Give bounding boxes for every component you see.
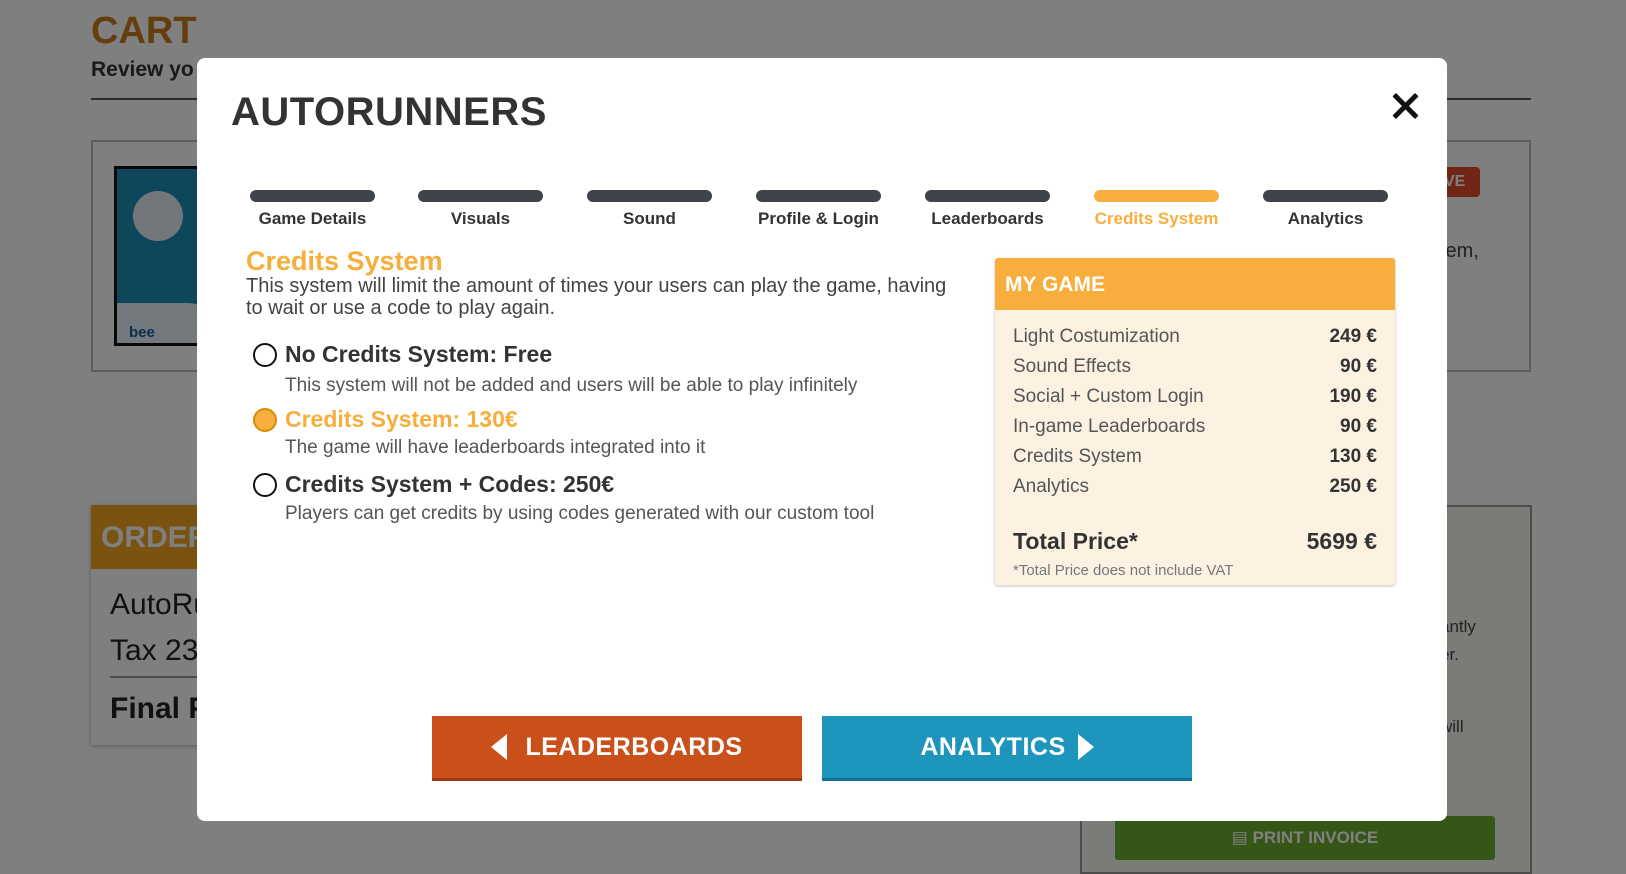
summary-item-name: Sound Effects xyxy=(1013,356,1131,377)
vat-note: *Total Price does not include VAT xyxy=(1013,562,1234,579)
summary-item-price: 90 € xyxy=(1340,356,1377,377)
step-analytics[interactable]: Analytics xyxy=(1263,190,1388,229)
summary-row: Social + Custom Login 190 € xyxy=(1013,386,1377,412)
summary-row: Sound Effects 90 € xyxy=(1013,356,1377,382)
previous-step-button[interactable]: LEADERBOARDS xyxy=(432,716,802,781)
summary-item-name: Light Costumization xyxy=(1013,326,1180,347)
close-icon[interactable] xyxy=(1387,88,1423,124)
step-label: Profile & Login xyxy=(758,209,879,228)
previous-step-label: LEADERBOARDS xyxy=(525,732,743,761)
next-step-button[interactable]: ANALYTICS xyxy=(822,716,1192,781)
summary-row: Light Costumization 249 € xyxy=(1013,326,1377,352)
step-progress: Game Details Visuals Sound Profile & Log… xyxy=(250,190,1400,240)
total-value: 5699 € xyxy=(1306,528,1377,554)
summary-title: MY GAME xyxy=(995,258,1395,310)
step-bar xyxy=(1094,190,1219,202)
step-label: Visuals xyxy=(450,209,511,228)
total-label: Total Price* xyxy=(1013,528,1138,554)
option-description: Players can get credits by using codes g… xyxy=(285,503,875,524)
summary-item-name: Analytics xyxy=(1013,476,1090,497)
summary-item-name: In-game Leaderboards xyxy=(1013,416,1206,437)
option-description: The game will have leaderboards integrat… xyxy=(285,437,706,458)
summary-row: Analytics 250 € xyxy=(1013,476,1377,502)
configurator-modal: AUTORUNNERS Game Details Visuals Sound P… xyxy=(197,58,1447,821)
arrow-left-icon xyxy=(491,734,508,760)
summary-item-price: 90 € xyxy=(1340,416,1377,437)
price-summary: MY GAME Light Costumization 249 € Sound … xyxy=(995,258,1395,585)
step-label: Sound xyxy=(623,209,676,228)
summary-item-price: 130 € xyxy=(1329,446,1377,467)
step-game-details[interactable]: Game Details xyxy=(250,190,375,229)
step-visuals[interactable]: Visuals xyxy=(418,190,543,229)
step-label: Analytics xyxy=(1287,209,1364,228)
option-label: No Credits System: Free xyxy=(285,341,553,367)
step-bar xyxy=(925,190,1050,202)
summary-item-price: 190 € xyxy=(1329,386,1377,407)
step-bar xyxy=(250,190,375,202)
next-step-label: ANALYTICS xyxy=(920,732,1066,761)
arrow-right-icon xyxy=(1077,734,1094,760)
step-leaderboards[interactable]: Leaderboards xyxy=(925,190,1050,229)
summary-item-price: 249 € xyxy=(1329,326,1377,347)
summary-item-name: Credits System xyxy=(1013,446,1142,467)
modal-title: AUTORUNNERS xyxy=(231,90,547,134)
step-label: Credits System xyxy=(1094,209,1219,228)
step-label: Game Details xyxy=(258,209,367,228)
summary-item-name: Social + Custom Login xyxy=(1013,386,1204,407)
radio-button[interactable] xyxy=(253,343,277,367)
summary-total: Total Price* 5699 € xyxy=(1013,528,1377,555)
option-description: This system will not be added and users … xyxy=(285,375,858,396)
summary-item-price: 250 € xyxy=(1329,476,1377,497)
section-description: This system will limit the amount of tim… xyxy=(246,275,947,319)
step-bar xyxy=(418,190,543,202)
option-label: Credits System + Codes: 250€ xyxy=(285,471,615,497)
step-profile-login[interactable]: Profile & Login xyxy=(756,190,881,229)
step-sound[interactable]: Sound xyxy=(587,190,712,229)
section-title: Credits System xyxy=(246,246,443,276)
step-bar xyxy=(1263,190,1388,202)
summary-row: Credits System 130 € xyxy=(1013,446,1377,472)
step-label: Leaderboards xyxy=(931,209,1044,228)
step-bar xyxy=(587,190,712,202)
step-credits-system[interactable]: Credits System xyxy=(1094,190,1219,229)
step-bar xyxy=(756,190,881,202)
option-label: Credits System: 130€ xyxy=(285,406,518,432)
radio-button[interactable] xyxy=(253,473,277,497)
radio-button-selected[interactable] xyxy=(253,408,277,432)
summary-row: In-game Leaderboards 90 € xyxy=(1013,416,1377,442)
